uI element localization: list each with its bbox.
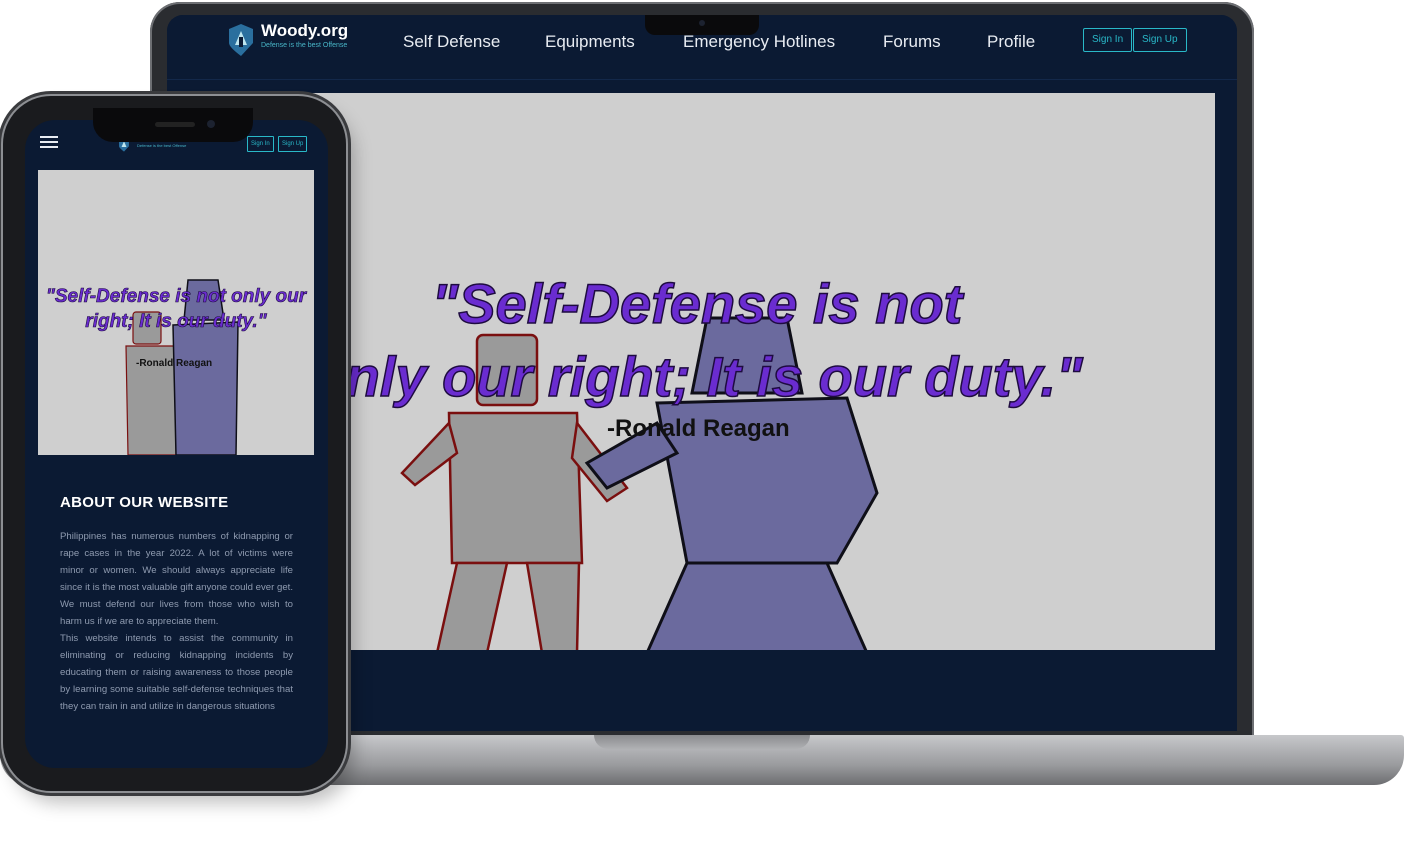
sign-up-button[interactable]: Sign Up <box>1133 28 1187 52</box>
brand-tagline: Defense is the best Offense <box>137 143 187 148</box>
about-paragraph-2: This website intends to assist the commu… <box>60 633 293 712</box>
brand-tagline: Defense is the best Offense <box>261 42 348 49</box>
phone-notch <box>93 108 253 142</box>
nav-emergency-hotlines[interactable]: Emergency Hotlines <box>683 32 835 52</box>
hamburger-menu-icon[interactable] <box>40 136 58 151</box>
sign-in-button[interactable]: Sign In <box>247 136 274 152</box>
about-title: ABOUT OUR WEBSITE <box>60 494 229 511</box>
nav-equipments[interactable]: Equipments <box>545 32 635 52</box>
mobile-hero-quote: "Self-Defense is not only our right; It … <box>45 286 307 333</box>
phone-screen: Defense is the best Offense Sign In Sign… <box>25 120 328 768</box>
sign-up-button[interactable]: Sign Up <box>278 136 308 152</box>
nav-forums[interactable]: Forums <box>883 32 941 52</box>
nav-self-defense[interactable]: Self Defense <box>403 32 500 52</box>
about-text: Philippines has numerous numbers of kidn… <box>60 528 293 715</box>
hero-quote-author: -Ronald Reagan <box>607 415 790 442</box>
logo-icon <box>229 24 253 56</box>
brand-name[interactable]: Woody.org <box>261 21 348 41</box>
laptop-notch <box>645 15 759 35</box>
mobile-hero-banner: "Self-Defense is not only our right; It … <box>38 170 314 455</box>
speaker-icon <box>155 122 195 127</box>
about-paragraph-1: Philippines has numerous numbers of kidn… <box>60 531 293 627</box>
camera-icon <box>699 20 705 26</box>
laptop-base-notch <box>594 735 810 749</box>
mobile-hero-author: -Ronald Reagan <box>136 358 213 369</box>
nav-profile[interactable]: Profile <box>987 32 1035 52</box>
camera-icon <box>207 120 215 128</box>
sign-in-button[interactable]: Sign In <box>1083 28 1133 52</box>
